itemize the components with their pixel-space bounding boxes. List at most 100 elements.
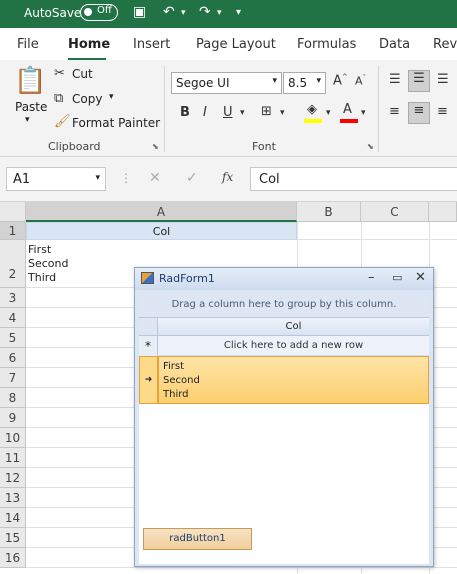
cell-a1[interactable]: Col	[26, 222, 297, 240]
tab-formulas[interactable]: Formulas	[297, 37, 356, 52]
maximize-icon[interactable]: ▭	[392, 271, 402, 284]
row-header-9[interactable]: 9	[0, 408, 26, 428]
column-header-b[interactable]: B	[297, 202, 361, 222]
row-header-14[interactable]: 14	[0, 508, 26, 528]
borders-icon[interactable]: ⊞	[261, 104, 272, 119]
save-icon[interactable]: ▣	[133, 4, 146, 20]
tab-review[interactable]: Rev	[433, 37, 457, 52]
grid-data-row[interactable]: First Second Third	[158, 356, 429, 404]
align-left-icon[interactable]: ≡	[389, 104, 400, 119]
font-launcher-icon[interactable]: ⬊	[367, 142, 374, 151]
column-header-d[interactable]	[429, 202, 457, 222]
align-center-icon[interactable]: ≡	[408, 102, 430, 124]
italic-button[interactable]: I	[203, 105, 207, 120]
font-size-field[interactable]: 8.5 ▾	[283, 72, 326, 94]
rad-button[interactable]: radButton1	[143, 528, 252, 550]
cell-a2-line: First	[28, 243, 52, 256]
undo-dropdown-icon[interactable]: ▾	[181, 8, 186, 18]
autosave-state: Off	[97, 5, 112, 16]
paste-icon[interactable]: 📋	[14, 66, 46, 100]
grid-cell-line: First	[163, 361, 185, 372]
cell-a2-line: Third	[28, 271, 57, 284]
undo-icon[interactable]: ↶	[163, 4, 175, 20]
tab-page-layout[interactable]: Page Layout	[196, 37, 276, 52]
clipboard-launcher-icon[interactable]: ⬊	[152, 142, 159, 151]
copy-dropdown-icon[interactable]: ▾	[109, 92, 114, 102]
cancel-icon[interactable]: ✕	[149, 170, 161, 186]
insert-function-button[interactable]: fx	[222, 170, 233, 184]
underline-dropdown-icon[interactable]: ▾	[240, 108, 245, 118]
font-group-label: Font	[252, 140, 276, 153]
align-right-icon[interactable]: ≡	[437, 104, 448, 119]
row-header-2[interactable]: 2	[0, 240, 26, 288]
name-box[interactable]: A1 ▾	[6, 167, 106, 191]
font-color-icon[interactable]: A	[343, 102, 352, 117]
row-header-5[interactable]: 5	[0, 328, 26, 348]
copy-icon: ⧉	[54, 91, 64, 106]
new-row-placeholder[interactable]: Click here to add a new row	[158, 336, 429, 356]
column-header-a[interactable]: A	[26, 202, 297, 222]
font-name-field[interactable]: Segoe UI ▾	[171, 72, 282, 94]
redo-icon[interactable]: ↷	[199, 4, 211, 20]
formula-input[interactable]: Col	[250, 167, 457, 191]
row-header-8[interactable]: 8	[0, 388, 26, 408]
tab-insert[interactable]: Insert	[133, 37, 170, 52]
row-header-13[interactable]: 13	[0, 488, 26, 508]
app-icon	[141, 272, 154, 284]
close-icon[interactable]: ✕	[415, 270, 426, 285]
paste-button[interactable]: Paste	[15, 100, 47, 114]
minimize-icon[interactable]: –	[368, 270, 375, 285]
select-all-corner[interactable]	[0, 202, 26, 222]
autosave-toggle[interactable]: Off	[80, 4, 118, 21]
align-bottom-icon[interactable]: ☰	[437, 72, 449, 87]
row-header-7[interactable]: 7	[0, 368, 26, 388]
tab-data[interactable]: Data	[379, 37, 410, 52]
ribbon-separator	[164, 66, 165, 152]
copy-button[interactable]: Copy	[72, 92, 102, 106]
cut-button[interactable]: Cut	[72, 67, 93, 81]
row-header-10[interactable]: 10	[0, 428, 26, 448]
row-header-16[interactable]: 16	[0, 548, 26, 568]
grid-corner-cell	[139, 318, 158, 336]
row-header-1[interactable]: 1	[0, 222, 26, 240]
cell-a2-line: Second	[28, 257, 69, 270]
align-middle-icon[interactable]: ☰	[408, 70, 430, 92]
radform-title-bar[interactable]: RadForm1 – ▭ ✕	[135, 268, 433, 290]
borders-dropdown-icon[interactable]: ▾	[280, 108, 285, 118]
redo-dropdown-icon[interactable]: ▾	[217, 8, 222, 18]
font-name-dropdown-icon[interactable]: ▾	[272, 76, 277, 86]
name-box-dropdown-icon[interactable]: ▾	[95, 173, 100, 183]
cell-a2[interactable]: First Second Third	[28, 243, 68, 285]
group-panel[interactable]: Drag a column here to group by this colu…	[139, 292, 429, 318]
grid-column-header[interactable]: Col	[158, 318, 429, 336]
font-color-dropdown-icon[interactable]: ▾	[361, 108, 366, 118]
align-top-icon[interactable]: ☰	[389, 72, 401, 87]
decrease-font-size-icon[interactable]: Aˇ	[355, 74, 366, 88]
tab-home[interactable]: Home	[68, 37, 110, 52]
paste-dropdown-icon[interactable]: ▾	[25, 115, 30, 125]
tab-file[interactable]: File	[17, 37, 39, 52]
row-header-15[interactable]: 15	[0, 528, 26, 548]
row-header-3[interactable]: 3	[0, 288, 26, 308]
bold-button[interactable]: B	[180, 105, 190, 120]
enter-icon[interactable]: ✓	[186, 170, 198, 186]
customize-toolbar-icon[interactable]: ▾	[236, 7, 241, 18]
title-bar: AutoSave Off ▣ ↶ ▾ ↷ ▾ ▾	[0, 0, 457, 28]
fill-color-dropdown-icon[interactable]: ▾	[326, 108, 331, 118]
fill-color-icon[interactable]: ◈	[307, 102, 317, 117]
format-painter-button[interactable]: Format Painter	[72, 116, 160, 130]
increase-font-size-icon[interactable]: A^	[333, 73, 348, 88]
row-header-4[interactable]: 4	[0, 308, 26, 328]
column-header-c[interactable]: C	[361, 202, 429, 222]
radform-body: Drag a column here to group by this colu…	[139, 292, 429, 564]
autosave-label: AutoSave	[24, 6, 82, 20]
underline-button[interactable]: U	[223, 105, 233, 120]
formula-bar-grip-icon: ⋮	[120, 171, 132, 185]
row-header-6[interactable]: 6	[0, 348, 26, 368]
ribbon: 📋 Paste ▾ ✂ Cut ⧉ Copy ▾ 🖌 Format Painte…	[0, 60, 457, 157]
font-name-value: Segoe UI	[176, 76, 230, 90]
row-header-12[interactable]: 12	[0, 468, 26, 488]
row-header-11[interactable]: 11	[0, 448, 26, 468]
radform-window: RadForm1 – ▭ ✕ Drag a column here to gro…	[134, 267, 434, 567]
font-size-dropdown-icon[interactable]: ▾	[316, 76, 321, 86]
